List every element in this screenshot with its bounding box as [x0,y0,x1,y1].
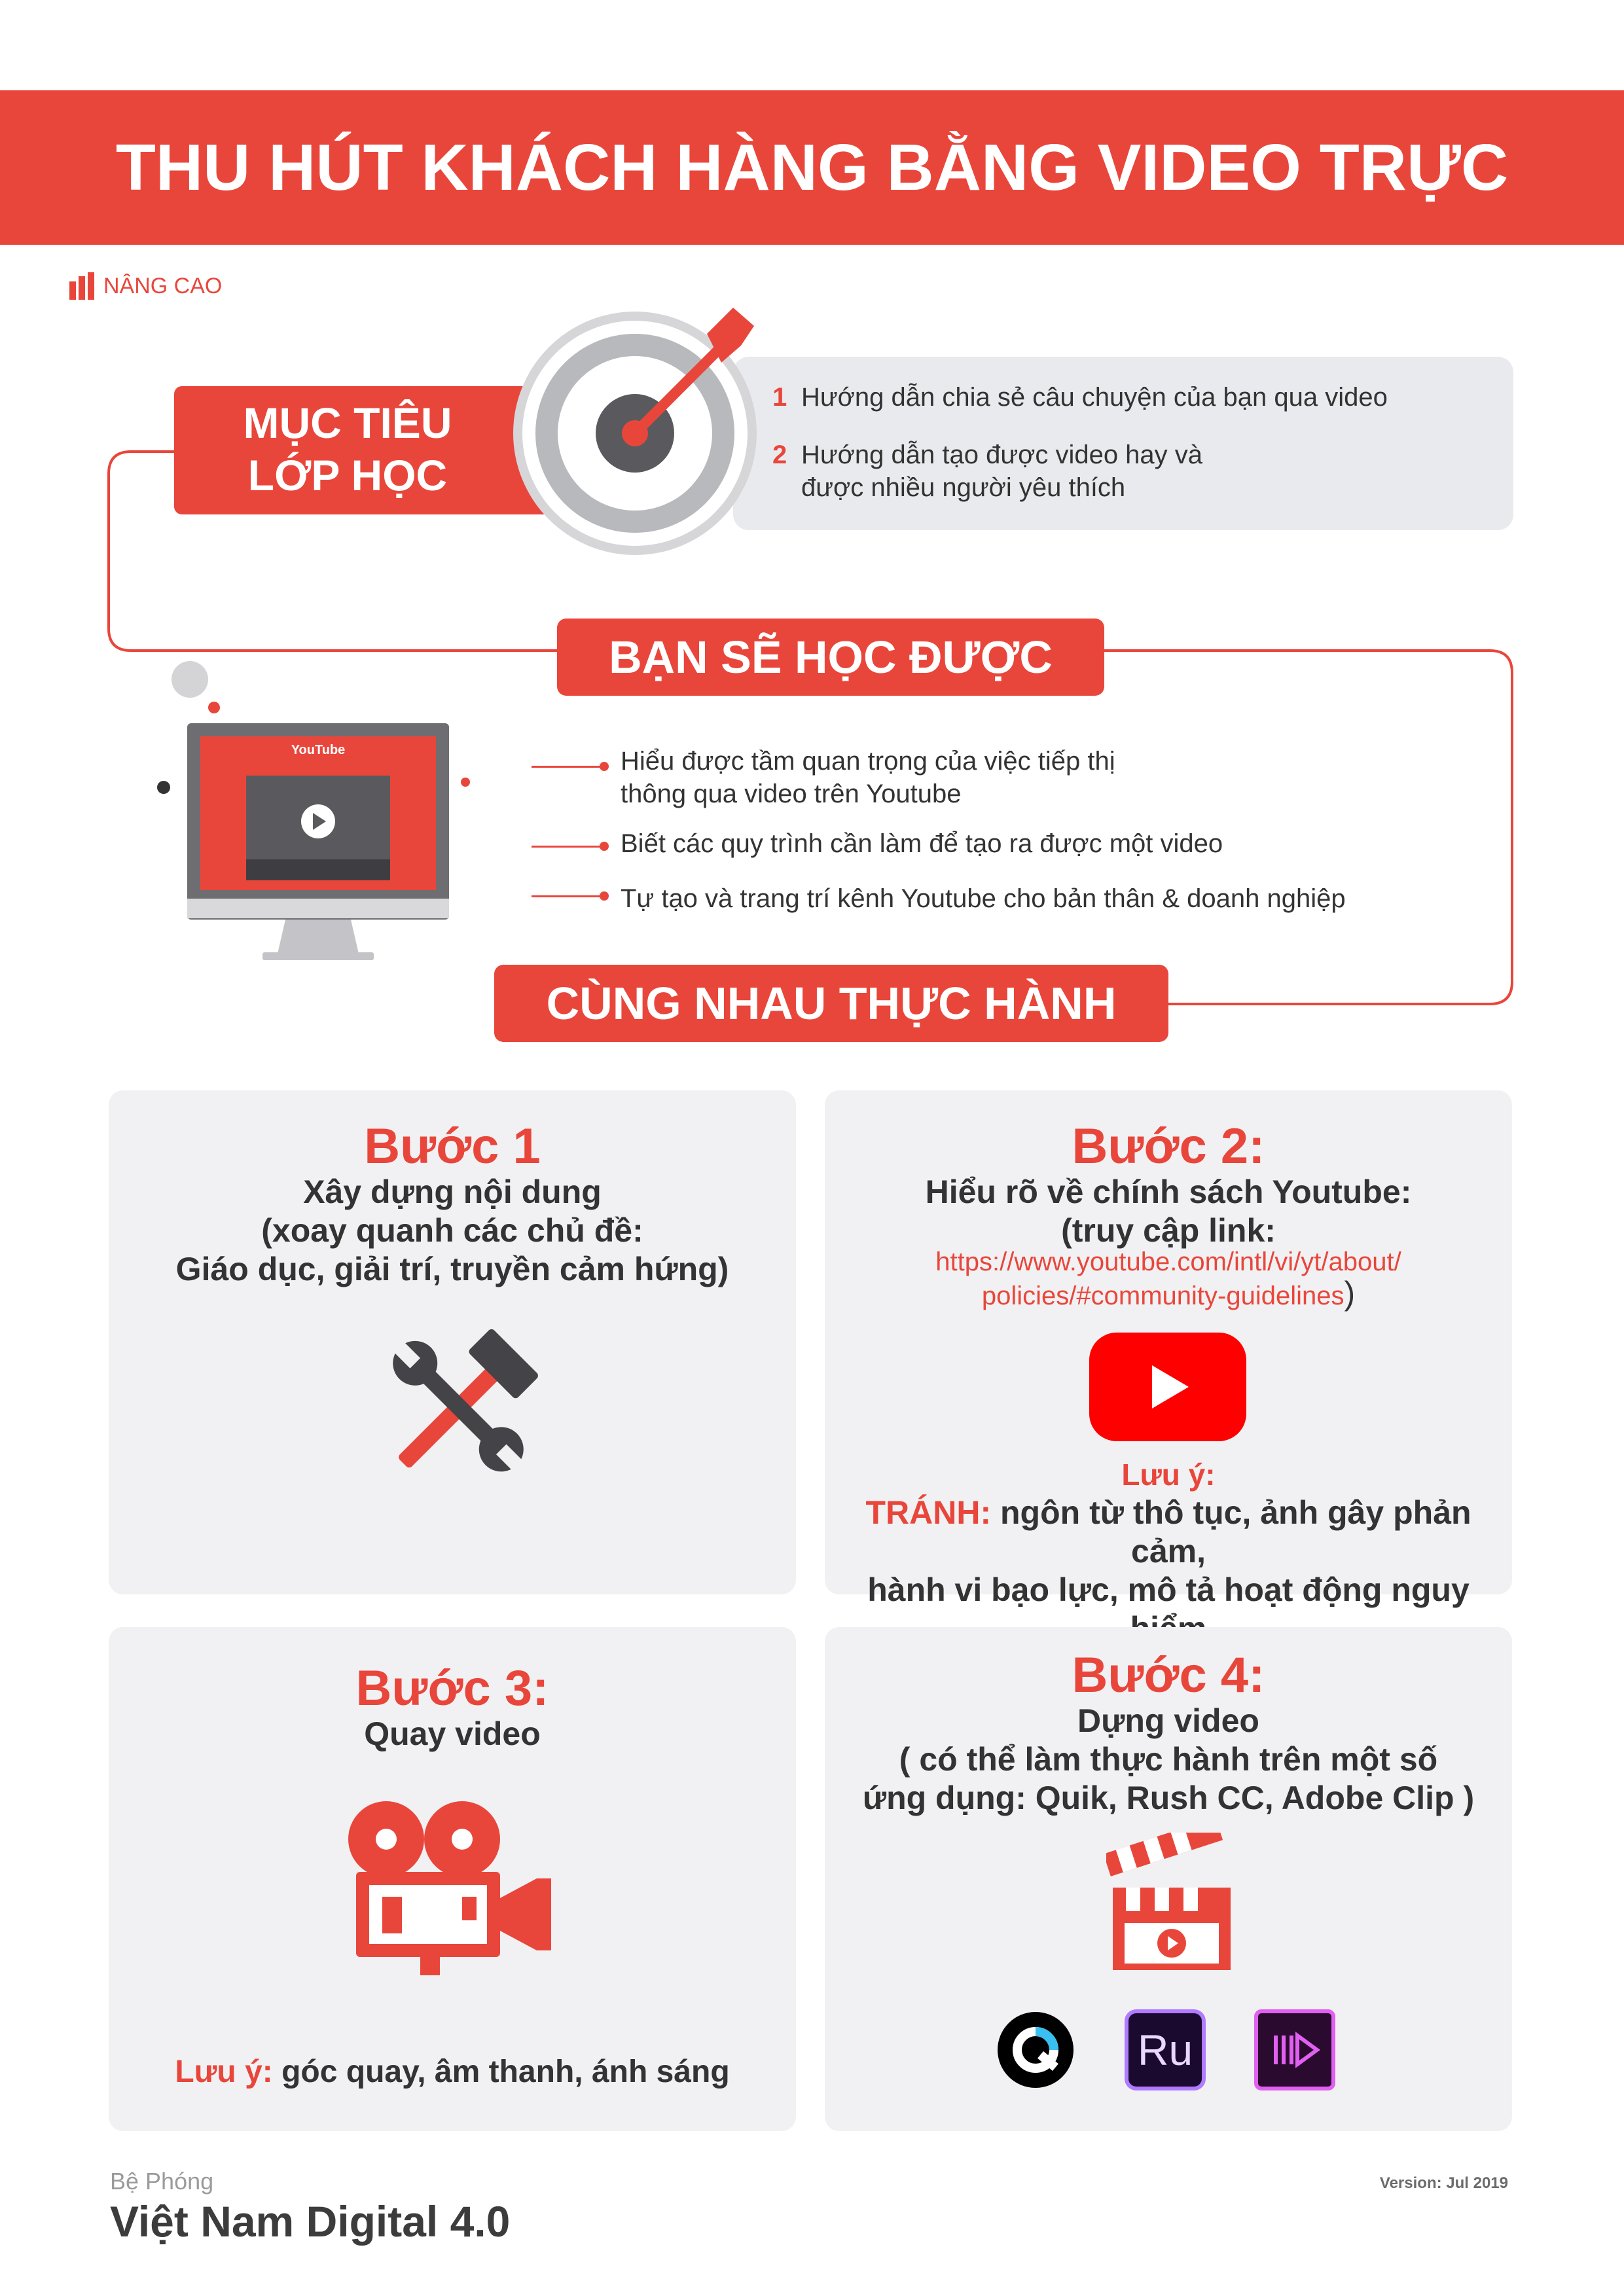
step-2-link-close: ) [1344,1275,1356,1312]
objective-text-2a: Hướng dẫn tạo được video hay và [801,440,1203,469]
step-1-line-2: (xoay quanh các chủ đề: [261,1212,643,1249]
objective-label-line1: MỤC TIÊU [243,399,452,447]
objective-num-1: 1 [772,383,787,412]
adobe-clip-app-icon [1254,2009,1335,2090]
learn-title: BẠN SẼ HỌC ĐƯỢC [557,619,1104,696]
step-4-line-3: ứng dụng: Quik, Rush CC, Adobe Clip ) [862,1780,1475,1816]
objective-label-line2: LỚP HỌC [247,451,448,499]
step-2-link-line-1[interactable]: https://www.youtube.com/intl/vi/yt/about… [825,1246,1512,1278]
step-3-note: Lưu ý: góc quay, âm thanh, ánh sáng [109,2053,796,2091]
step-2-avoid-label: TRÁNH: [865,1494,992,1531]
step-2-avoid: TRÁNH: ngôn từ thô tục, ảnh gây phản cảm… [825,1494,1512,1648]
step-2-avoid-line-1: TRÁNH: ngôn từ thô tục, ảnh gây phản cảm… [825,1494,1512,1571]
learn-dot-3 [600,891,609,901]
target-icon [513,308,757,555]
learn-dot-1 [600,762,609,771]
step-1-line-3: Giáo dục, giải trí, truyền cảm hứng) [175,1251,729,1287]
step-2-line-2: (truy cập link: [1061,1212,1276,1249]
objective-text-2b: được nhiều người yêu thích [801,473,1126,502]
objective-num-2: 2 [772,440,787,469]
learn-item-3: Tự tạo và trang trí kênh Youtube cho bản… [621,884,1346,913]
step-1-title: Bước 1 [364,1119,541,1174]
step-4-line-2: ( có thể làm thực hành trên một số [899,1741,1438,1778]
objective-item-2: 2 Hướng dẫn tạo được video hay và được n… [772,439,1492,504]
quik-app-icon [998,2012,1074,2088]
step-2-avoid-text-1: ngôn từ thô tục, ảnh gây phản cảm, [991,1494,1471,1570]
decor-dot-red [208,702,220,713]
footer-brand-big: Việt Nam Digital 4.0 [110,2197,511,2246]
step-1-text: Xây dựng nội dung (xoay quanh các chủ đề… [109,1173,796,1289]
step-2-text: Hiểu rõ về chính sách Youtube: (truy cập… [825,1173,1512,1250]
learn-item-1: Hiểu được tầm quan trọng của việc tiếp t… [621,745,1406,810]
decor-dot-small [461,778,470,787]
clapperboard-icon [1106,1833,1231,1970]
step-2-line-1: Hiểu rõ về chính sách Youtube: [925,1174,1412,1210]
step-4-line-1: Dựng video [1077,1702,1259,1739]
learn-item-2: Biết các quy trình cần làm để tạo ra đượ… [621,829,1223,858]
learn-line-3 [532,895,602,897]
step-3-title: Bước 3: [355,1660,549,1716]
monitor-logo: YouTube [291,743,346,757]
learn-line-1 [532,766,602,768]
youtube-play-icon [1089,1333,1246,1441]
learn-item-1b: thông qua video trên Youtube [621,780,962,808]
objective-label: MỤC TIÊU LỚP HỌC [174,397,521,508]
step-2-note-label-text: Lưu ý: [1121,1458,1216,1492]
step-3-line-1: Quay video [364,1715,541,1752]
step-4-text: Dựng video ( có thể làm thực hành trên m… [825,1702,1512,1818]
step-3-note-text: góc quay, âm thanh, ánh sáng [272,2054,730,2089]
decor-dot-dark [157,781,170,794]
practice-title: CÙNG NHAU THỰC HÀNH [494,965,1168,1042]
rush-app-label: Ru [1137,2026,1193,2074]
objective-item-1: 1 Hướng dẫn chia sẻ câu chuyện của bạn q… [772,381,1492,414]
step-2-link-line-2[interactable]: policies/#community-guidelines) [825,1275,1512,1312]
learn-item-1a: Hiểu được tầm quan trọng của việc tiếp t… [621,747,1115,776]
learn-dot-2 [600,842,609,851]
step-2-link[interactable]: https://www.youtube.com/intl/vi/yt/about… [825,1246,1512,1312]
step-2-title: Bước 2: [1072,1119,1265,1174]
footer-brand-small: Bệ Phóng [110,2168,214,2195]
video-camera-icon [348,1801,551,1975]
objective-text-1: Hướng dẫn chia sẻ câu chuyện của bạn qua… [801,383,1388,412]
decor-dot-gray [171,661,208,698]
learn-line-2 [532,846,602,848]
version-label: Version: Jul 2019 [1379,2174,1508,2192]
step-4-title: Bước 4: [1072,1647,1265,1703]
step-3-note-label: Lưu ý: [175,2054,273,2089]
step-2-link-line-2-text[interactable]: policies/#community-guidelines [982,1282,1344,1310]
step-1-line-1: Xây dựng nội dung [303,1174,602,1210]
step-2-note-label: Lưu ý: [825,1457,1512,1492]
youtube-monitor-icon [187,723,449,960]
tools-icon [393,1329,538,1473]
